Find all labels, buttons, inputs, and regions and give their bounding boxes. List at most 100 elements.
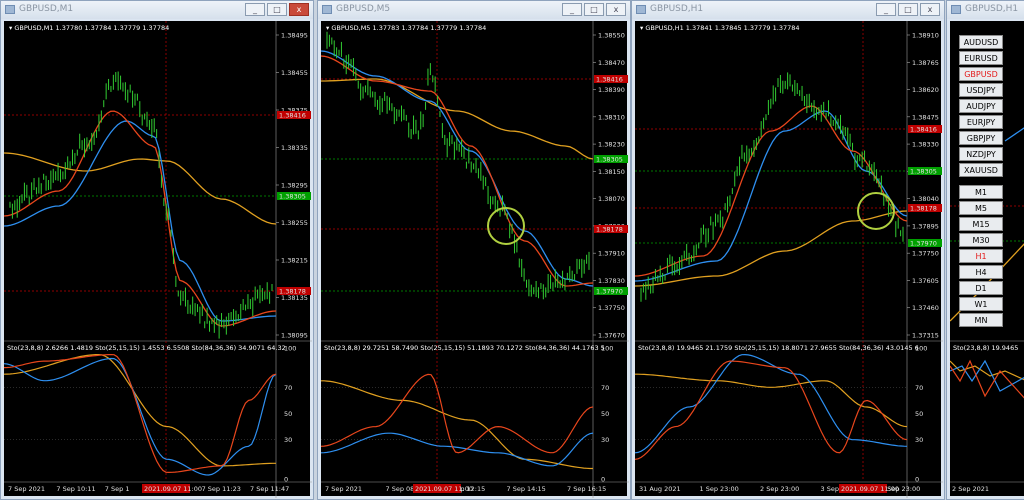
price-tick-label: 1.38230 (598, 141, 625, 149)
restore-button[interactable]: □ (898, 3, 918, 16)
oscillator-tick-label: 100 (284, 345, 296, 353)
price-tick-label: 1.38040 (912, 195, 939, 203)
window-title: GBPUSD,M1 (19, 4, 74, 14)
oscillator-tick-label: 0 (601, 476, 605, 484)
chart-header: ▾ GBPUSD,M1 1.37780 1.37784 1.37779 1.37… (9, 24, 169, 32)
price-tick-label: 1.37830 (598, 277, 625, 285)
time-tick-label: 7 Sep 16:15 (567, 485, 606, 493)
price-tick-label: 1.37895 (912, 222, 939, 230)
timeframe-button-w1[interactable]: W1 (959, 297, 1003, 311)
price-tick-label: 1.38335 (281, 144, 308, 152)
price-level-value: 1.38416 (279, 112, 306, 120)
price-tick-label: 1.38150 (598, 168, 625, 176)
oscillator-header: Sto(23,8,8) 19.9465 21.1759 Sto(25,15,15… (638, 344, 919, 352)
price-tick-label: 1.38620 (912, 86, 939, 94)
symbol-button-xauusd[interactable]: XAUUSD (959, 163, 1003, 177)
oscillator-tick-label: 50 (601, 410, 609, 418)
symbol-button-usdjpy[interactable]: USDJPY (959, 83, 1003, 97)
stochastic-mid-line (4, 357, 277, 476)
price-tick-label: 1.38475 (912, 113, 939, 121)
price-tick-label: 1.38255 (281, 219, 308, 227)
timeframe-button-mn[interactable]: MN (959, 313, 1003, 327)
window-title: GBPUSD,H1 (650, 4, 704, 14)
time-tick-label: 7 Sep 11:47 (250, 485, 289, 493)
timeframe-button-h4[interactable]: H4 (959, 265, 1003, 279)
stochastic-mid-line (635, 353, 908, 454)
title-bar[interactable]: GBPUSD,H1 (947, 1, 1024, 19)
price-level-value: 1.37970 (910, 240, 937, 248)
oscillator-tick-label: 0 (915, 476, 919, 484)
time-tick-label: 7 Sep 2021 (325, 485, 362, 493)
minimize-button[interactable]: _ (562, 3, 582, 16)
time-tick-label: 2 Sep 2021 (952, 485, 989, 493)
oscillator-tick-label: 0 (284, 476, 288, 484)
symbol-button-eurusd[interactable]: EURUSD (959, 51, 1003, 65)
oscillator-tick-label: 30 (601, 436, 609, 444)
close-button[interactable]: x (606, 3, 626, 16)
title-bar[interactable]: GBPUSD,H1 _ □ x (632, 1, 944, 19)
chart-window-icon (5, 5, 15, 14)
price-tick-label: 1.38470 (598, 59, 625, 67)
price-level-value: 1.38178 (279, 288, 306, 296)
price-tick-label: 1.38215 (281, 257, 308, 265)
time-tick-label: 7 Sep 14:15 (507, 485, 546, 493)
stochastic-fast-line (635, 360, 908, 460)
timeframe-button-d1[interactable]: D1 (959, 281, 1003, 295)
close-button[interactable]: x (920, 3, 940, 16)
symbol-button-gbpjpy[interactable]: GBPJPY (959, 131, 1003, 145)
chart-window-m1[interactable]: GBPUSD,M1 _ □ x ▾ GBPUSD,M1 1.37780 1.37… (0, 0, 314, 500)
chart-window-m5[interactable]: GBPUSD,M5 _ □ x ▾ GBPUSD,M5 1.37783 1.37… (317, 0, 631, 500)
ma-fast-line (4, 110, 277, 327)
chart-area[interactable]: ▾ GBPUSD,M1 1.37780 1.37784 1.37779 1.37… (4, 21, 312, 498)
chart-window-h1[interactable]: GBPUSD,H1 _ □ x ▾ GBPUSD,H1 1.37841 1.37… (631, 0, 945, 500)
chart-window-icon (636, 5, 646, 14)
ma-slow-line (635, 210, 908, 287)
time-tick-label: 7 Sep 2021 (8, 485, 45, 493)
oscillator-tick-label: 30 (284, 436, 292, 444)
ma-fast-line (321, 55, 594, 287)
restore-button[interactable]: □ (267, 3, 287, 16)
price-tick-label: 1.37910 (598, 250, 625, 258)
timeframe-button-m1[interactable]: M1 (959, 185, 1003, 199)
price-level-value: 1.38178 (596, 226, 623, 234)
oscillator-tick-label: 70 (601, 384, 609, 392)
restore-button[interactable]: □ (584, 3, 604, 16)
price-tick-label: 1.38910 (912, 32, 939, 40)
chart-area[interactable]: Sto(23,8,8) 19.9465 2 Sep 2021 AUDUSD EURU… (950, 21, 1024, 496)
oscillator-tick-label: 50 (284, 410, 292, 418)
minimize-button[interactable]: _ (876, 3, 896, 16)
chart-window-h1-partial[interactable]: GBPUSD,H1 Sto(23,8,8) 19.9465 2 Sep 2021 … (946, 0, 1024, 500)
timeframe-button-h1[interactable]: H1 (959, 249, 1003, 263)
ma-mid-line (321, 50, 594, 287)
title-bar[interactable]: GBPUSD,M1 _ □ x (1, 1, 313, 19)
time-marker-value: 2021.09.07 11:00 (841, 485, 899, 493)
minimize-button[interactable]: _ (245, 3, 265, 16)
stochastic-fast-line (321, 373, 594, 454)
price-tick-label: 1.37315 (912, 332, 939, 340)
oscillator-header: Sto(23,8,8) 19.9465 (953, 344, 1018, 352)
oscillator-tick-label: 50 (915, 410, 923, 418)
price-tick-label: 1.37605 (912, 277, 939, 285)
price-tick-label: 1.38070 (598, 195, 625, 203)
close-button[interactable]: x (289, 3, 309, 16)
time-tick-label: 2 Sep 23:00 (760, 485, 799, 493)
price-level-value: 1.38305 (596, 156, 623, 164)
chart-area[interactable]: ▾ GBPUSD,H1 1.37841 1.37845 1.37779 1.37… (635, 21, 943, 498)
chart-header: ▾ GBPUSD,M5 1.37783 1.37784 1.37779 1.37… (326, 24, 486, 32)
timeframe-button-m30[interactable]: M30 (959, 233, 1003, 247)
symbol-button-gbpusd[interactable]: GBPUSD (959, 67, 1003, 81)
price-tick-label: 1.38550 (598, 32, 625, 40)
symbol-button-nzdjpy[interactable]: NZDJPY (959, 147, 1003, 161)
timeframe-button-m15[interactable]: M15 (959, 217, 1003, 231)
timeframe-button-m5[interactable]: M5 (959, 201, 1003, 215)
symbol-button-audusd[interactable]: AUDUSD (959, 35, 1003, 49)
symbol-button-audjpy[interactable]: AUDJPY (959, 99, 1003, 113)
chart-area[interactable]: ▾ GBPUSD,M5 1.37783 1.37784 1.37779 1.37… (321, 21, 629, 498)
symbol-button-eurjpy[interactable]: EURJPY (959, 115, 1003, 129)
time-tick-label: 7 Sep 11:23 (202, 485, 241, 493)
oscillator-tick-label: 100 (601, 345, 613, 353)
price-tick-label: 1.38095 (281, 332, 308, 340)
title-bar[interactable]: GBPUSD,M5 _ □ x (318, 1, 630, 19)
oscillator-header: Sto(23,8,8) 2.6266 1.4819 Sto(25,15,15) … (7, 344, 286, 352)
price-tick-label: 1.38765 (912, 59, 939, 67)
